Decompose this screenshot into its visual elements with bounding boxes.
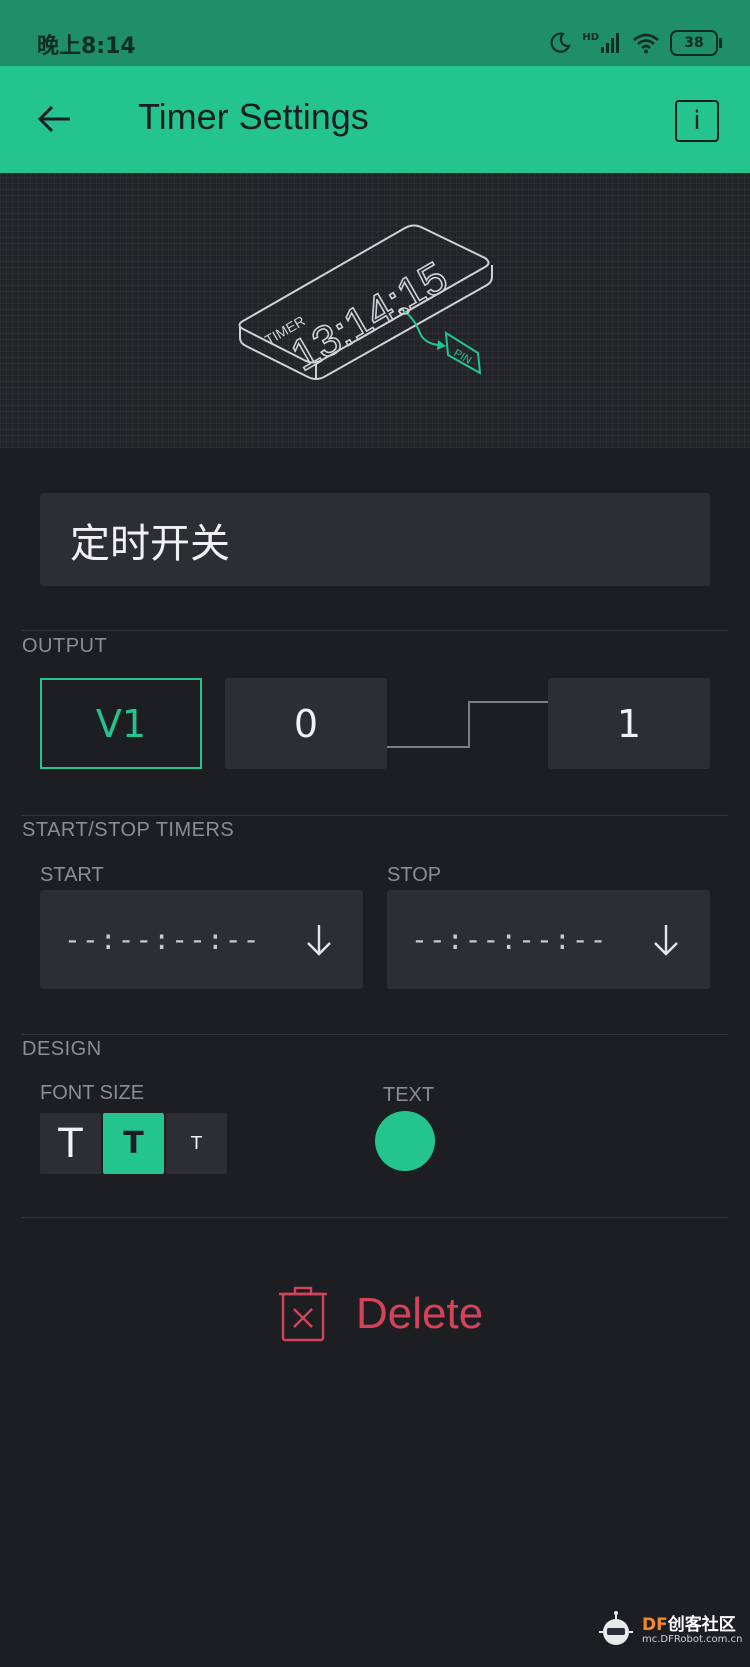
divider — [22, 1217, 728, 1218]
output-low-value: 0 — [293, 701, 319, 746]
delete-button[interactable]: Delete — [278, 1286, 483, 1342]
font-size-label: FONT SIZE — [40, 1082, 145, 1104]
output-high-input[interactable]: 1 — [548, 678, 710, 769]
stop-label: STOP — [387, 864, 442, 886]
delete-label: Delete — [356, 1289, 484, 1338]
battery-icon: 38 — [670, 30, 722, 56]
status-icons: HD 38 — [548, 26, 722, 60]
text-color-picker[interactable] — [375, 1111, 435, 1171]
info-button[interactable]: i — [675, 100, 719, 142]
trash-icon — [279, 1286, 327, 1342]
hd-signal-icon: HD — [582, 32, 622, 54]
output-high-value: 1 — [616, 701, 642, 746]
start-time-value: --:--:--:-- — [64, 923, 261, 956]
timers-section-label: START/STOP TIMERS — [22, 819, 235, 841]
font-size-selector: T T T — [40, 1113, 227, 1174]
pin-connector: PIN — [398, 307, 482, 375]
font-size-medium-button[interactable]: T — [103, 1113, 164, 1174]
widget-name-input[interactable]: 定时开关 — [40, 493, 710, 586]
watermark-url: mc.DFRobot.com.cn — [642, 1633, 743, 1645]
divider — [22, 630, 728, 631]
stop-time-picker[interactable]: --:--:--:-- — [387, 890, 710, 989]
widget-name-value: 定时开关 — [70, 520, 230, 567]
watermark-name: 创客社区 — [667, 1614, 736, 1635]
text-color-label: TEXT — [383, 1084, 435, 1106]
back-arrow-icon — [37, 105, 70, 133]
watermark-brand: DF — [642, 1614, 668, 1635]
moon-icon — [550, 32, 572, 53]
font-size-small-button[interactable]: T — [166, 1113, 227, 1174]
wifi-icon — [633, 33, 659, 54]
battery-level: 38 — [684, 35, 704, 51]
start-label: START — [40, 864, 104, 886]
divider — [22, 1034, 728, 1035]
start-time-picker[interactable]: --:--:--:-- — [40, 890, 363, 989]
font-size-large-button[interactable]: T — [40, 1113, 101, 1174]
divider — [22, 815, 728, 816]
pin-label: PIN — [452, 347, 474, 367]
widget-preview: TIMER 13:14:15 PIN — [0, 173, 750, 448]
info-icon: i — [693, 106, 701, 136]
stop-time-value: --:--:--:-- — [411, 923, 608, 956]
arrow-down-icon — [307, 924, 331, 956]
timer-widget-illustration: TIMER 13:14:15 PIN — [238, 224, 493, 382]
pin-selector[interactable]: V1 — [40, 678, 202, 769]
output-section-label: OUTPUT — [22, 635, 108, 657]
app-bar — [0, 66, 750, 173]
signal-step-icon — [387, 701, 548, 748]
watermark-text: DF创客社区 mc.DFRobot.com.cn — [642, 1616, 742, 1645]
design-section-label: DESIGN — [22, 1038, 102, 1060]
status-time: 晚上8:14 — [37, 34, 136, 59]
output-low-input[interactable]: 0 — [225, 678, 387, 769]
back-button[interactable] — [34, 98, 76, 140]
page-title: Timer Settings — [138, 96, 369, 137]
pin-value: V1 — [95, 701, 147, 746]
robot-logo-icon — [599, 1611, 633, 1645]
arrow-down-icon — [654, 924, 678, 956]
watermark-logo: DF创客社区 mc.DFRobot.com.cn — [596, 1610, 742, 1650]
